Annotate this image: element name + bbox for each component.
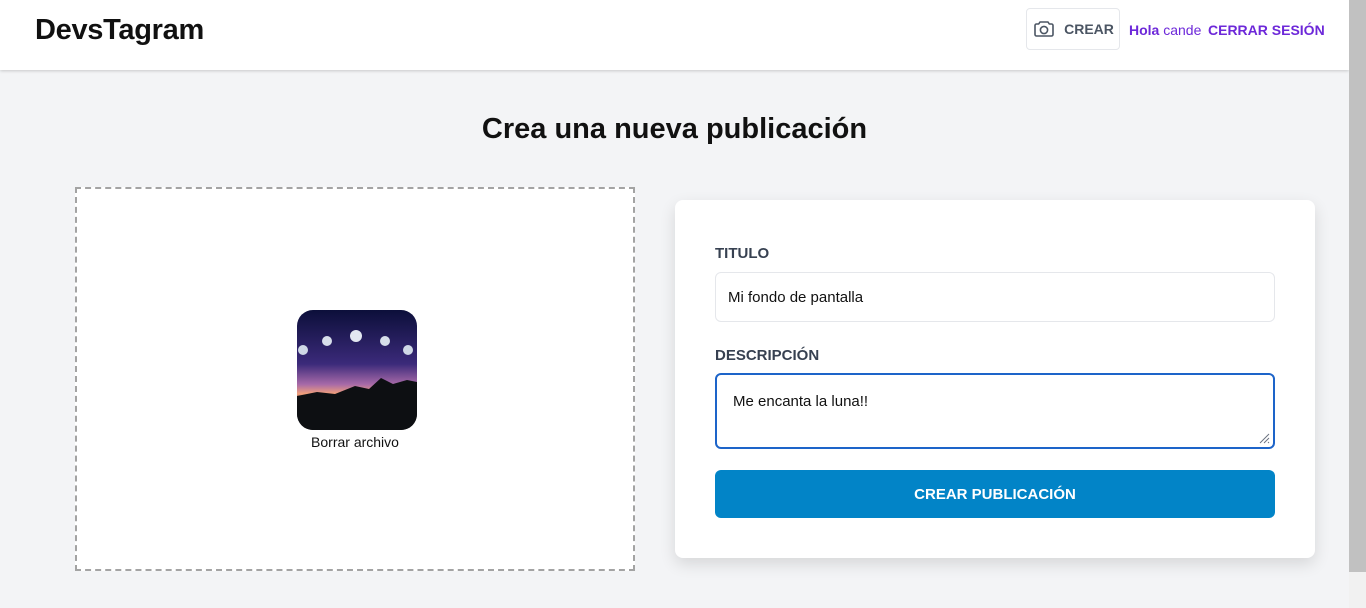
create-label: CREAR [1064,21,1114,37]
image-preview [297,310,417,430]
scrollbar-thumb[interactable] [1349,0,1366,572]
camera-icon [1034,21,1054,37]
title-input-value: Mi fondo de pantalla [728,288,864,306]
create-post-submit-button[interactable]: CREAR PUBLICACIÓN [715,470,1275,518]
greeting-prefix: Hola [1129,22,1160,38]
remove-file-link[interactable]: Borrar archivo [77,434,633,450]
title-input[interactable]: Mi fondo de pantalla [715,272,1275,322]
title-label: TITULO [715,245,770,262]
description-value: Me encanta la luna!! [733,393,869,410]
username: cande [1163,22,1202,38]
image-dropzone[interactable]: Borrar archivo [75,187,635,571]
top-navbar: DevsTagram CREAR Hola cande CERRAR SESIÓ… [0,0,1349,70]
resize-handle-icon[interactable] [1258,432,1270,444]
moon-phases-thumbnail [297,310,417,430]
brand-logo[interactable]: DevsTagram [35,14,204,47]
logout-button[interactable]: CERRAR SESIÓN [1208,22,1325,38]
description-label: DESCRIPCIÓN [715,347,820,364]
post-form-card: TITULO Mi fondo de pantalla DESCRIPCIÓN … [675,200,1315,558]
page-title: Crea una nueva publicación [481,113,868,145]
description-textarea[interactable]: Me encanta la luna!! [715,373,1275,449]
user-greeting[interactable]: Hola cande [1129,22,1201,38]
scrollbar-track[interactable] [1349,572,1366,608]
create-post-button[interactable]: CREAR [1026,8,1120,50]
